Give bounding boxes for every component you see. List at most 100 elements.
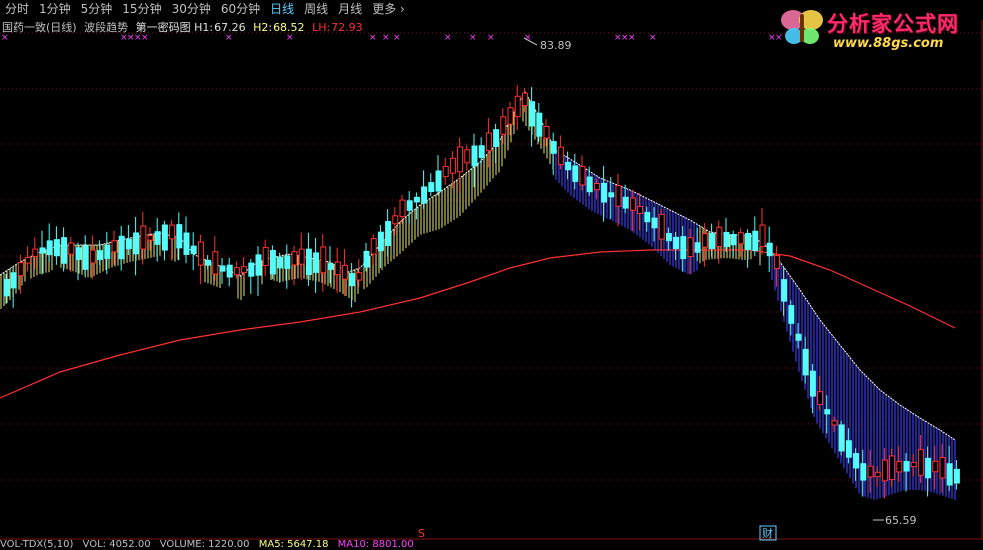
candle-body (781, 279, 788, 302)
kline-chart[interactable]: × × × × × × × × × × × × × × × × × × × × 83.89 65.59 S 财 (0, 0, 983, 549)
candle-body (514, 95, 521, 118)
candle-body (673, 236, 680, 250)
candle-body (262, 246, 269, 266)
candle-body (860, 463, 867, 481)
candle-body (255, 254, 262, 276)
candle-body (133, 232, 140, 255)
candle-body (889, 455, 896, 481)
candle-body (125, 238, 132, 250)
lh-label: LH: (312, 21, 331, 34)
candle-body (305, 248, 312, 275)
h2-value: 68.52 (273, 21, 305, 34)
candle-body (233, 267, 240, 276)
candle-body (413, 196, 420, 203)
candle-body (608, 192, 615, 198)
candle-body (10, 272, 17, 289)
candle-body (176, 224, 183, 249)
candle-body (161, 224, 168, 251)
candle-body (874, 471, 881, 478)
candle-body (788, 305, 795, 324)
candle-body (89, 249, 96, 264)
signal-x-marker: × (487, 33, 495, 43)
candle-body (277, 256, 284, 269)
candle-body (658, 213, 665, 240)
candle-body (680, 236, 687, 260)
signal-x-marker: × (649, 33, 657, 43)
logo-url: www.88gs.com (833, 36, 944, 51)
candle-body (327, 263, 334, 270)
candle-body (845, 440, 852, 458)
candle-body (485, 132, 492, 152)
candle-body (349, 273, 356, 287)
ma5-value: MA5: 5647.18 (258, 539, 329, 550)
candle-body (694, 242, 701, 253)
candle-body (946, 463, 953, 486)
candle-body (478, 145, 485, 158)
candle-body (745, 232, 752, 251)
candle-body (802, 348, 809, 376)
candle-body (572, 165, 579, 182)
candle-body (284, 255, 291, 269)
candle-body (665, 233, 672, 242)
candle-body (831, 420, 838, 426)
candle-body (939, 456, 946, 479)
signal-x-marker: × (382, 33, 390, 43)
candle-body (241, 266, 248, 274)
candle-body (903, 461, 910, 472)
candle-body (428, 182, 435, 193)
lh-value: 72.93 (331, 21, 363, 34)
candle-body (737, 232, 744, 245)
candle-body (601, 182, 608, 203)
h1-label: H1: (194, 21, 214, 34)
candle-body (896, 460, 903, 473)
indicator-name: 波段趋势 (84, 21, 129, 34)
candle-body (457, 146, 464, 173)
candle-body (917, 449, 924, 476)
candle-body (593, 182, 600, 191)
candle-body (53, 239, 60, 257)
candle-body (687, 237, 694, 258)
candle-body (766, 242, 773, 257)
candle-body (190, 245, 197, 255)
candle-body (111, 240, 118, 253)
candle-body (68, 242, 75, 255)
candle-body (61, 237, 68, 264)
candle-body (565, 161, 572, 171)
candle-body (730, 234, 737, 246)
candle-body (752, 230, 759, 252)
candle-body (334, 261, 341, 276)
signal-x-marker: × (469, 33, 477, 43)
signal-x-marker: × (628, 33, 636, 43)
ma10-value: MA10: 8801.00 (337, 539, 414, 550)
signal-x-marker: × (393, 33, 401, 43)
candle-body (385, 221, 392, 247)
candle-body (3, 278, 10, 297)
candle-body (370, 238, 377, 255)
candle-body (449, 157, 456, 174)
candle-body (701, 233, 708, 248)
candle-body (925, 457, 932, 479)
candle-body (953, 468, 960, 484)
candle-body (298, 248, 305, 265)
candle-body (82, 245, 89, 270)
candle-body (615, 185, 622, 207)
finance-marker[interactable]: 财 (762, 526, 773, 540)
candle-body (824, 409, 831, 415)
candle-body (932, 460, 939, 473)
sell-signal-marker[interactable]: S (418, 527, 425, 540)
candle-body (32, 248, 39, 258)
high-price-label: 83.89 (540, 39, 572, 52)
candle-body (651, 217, 658, 229)
candle-body (97, 250, 104, 261)
candle-body (500, 116, 507, 135)
candle-body (356, 272, 363, 281)
candle-body (399, 199, 406, 218)
candle-body (507, 107, 514, 125)
candle-body (853, 453, 860, 469)
candle-body (406, 200, 413, 211)
low-price-label: 65.59 (885, 514, 917, 527)
candle-body (269, 250, 276, 275)
candle-body (147, 235, 154, 241)
candle-body (435, 170, 442, 192)
candle-body (536, 112, 543, 137)
